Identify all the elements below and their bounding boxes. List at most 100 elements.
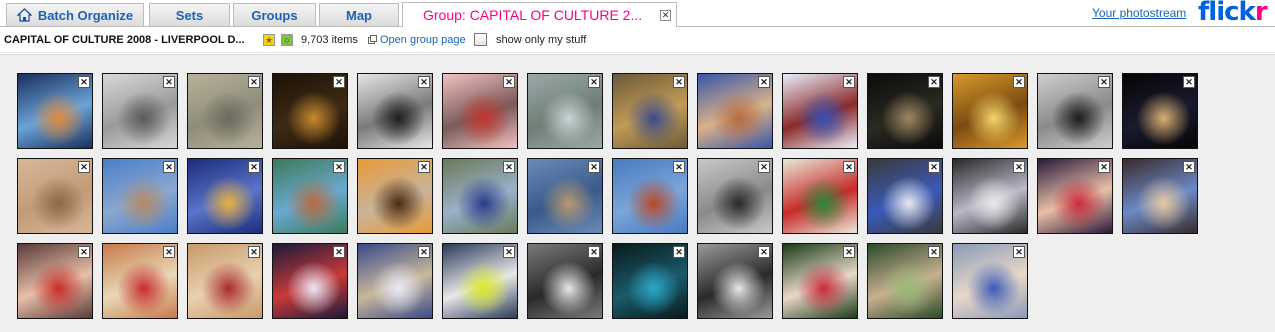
photo-thumbnail[interactable]: ✕ <box>782 158 858 234</box>
remove-photo-icon[interactable]: ✕ <box>588 76 600 88</box>
remove-photo-icon[interactable]: ✕ <box>673 161 685 173</box>
photo-thumbnail[interactable]: ✕ <box>102 243 178 319</box>
tab-label: Map <box>346 7 372 23</box>
remove-photo-icon[interactable]: ✕ <box>588 246 600 258</box>
remove-photo-icon[interactable]: ✕ <box>758 246 770 258</box>
star-icon[interactable]: ★ <box>263 34 275 46</box>
photo-thumbnail[interactable]: ✕ <box>527 73 603 149</box>
photo-thumbnail[interactable]: ✕ <box>782 243 858 319</box>
photo-thumbnail[interactable]: ✕ <box>442 243 518 319</box>
remove-photo-icon[interactable]: ✕ <box>843 76 855 88</box>
remove-photo-icon[interactable]: ✕ <box>843 246 855 258</box>
photo-thumbnail[interactable]: ✕ <box>357 158 433 234</box>
circle-icon[interactable]: ○ <box>281 34 293 46</box>
photo-thumbnail[interactable]: ✕ <box>612 243 688 319</box>
photo-thumbnail[interactable]: ✕ <box>1122 73 1198 149</box>
photo-thumbnail[interactable]: ✕ <box>17 243 93 319</box>
photo-thumbnail[interactable]: ✕ <box>17 158 93 234</box>
photo-thumbnail[interactable]: ✕ <box>442 158 518 234</box>
flickr-logo[interactable]: flickr <box>1198 0 1268 27</box>
remove-photo-icon[interactable]: ✕ <box>673 246 685 258</box>
remove-photo-icon[interactable]: ✕ <box>418 76 430 88</box>
remove-photo-icon[interactable]: ✕ <box>503 246 515 258</box>
photo-thumbnail[interactable]: ✕ <box>782 73 858 149</box>
open-group-page-link[interactable]: Open group page <box>368 34 466 46</box>
photo-thumbnail[interactable]: ✕ <box>612 158 688 234</box>
photo-thumbnail[interactable]: ✕ <box>952 73 1028 149</box>
remove-photo-icon[interactable]: ✕ <box>928 76 940 88</box>
tab-group-capital-of-culture[interactable]: Group: CAPITAL OF CULTURE 2... ✕ <box>402 2 677 27</box>
tab-map[interactable]: Map <box>319 3 399 26</box>
photo-thumbnail[interactable]: ✕ <box>102 158 178 234</box>
photo-thumbnail[interactable]: ✕ <box>17 73 93 149</box>
remove-photo-icon[interactable]: ✕ <box>333 246 345 258</box>
your-photostream-link[interactable]: Your photostream <box>1092 6 1186 20</box>
remove-photo-icon[interactable]: ✕ <box>78 76 90 88</box>
photo-thumbnail[interactable]: ✕ <box>867 243 943 319</box>
tab-groups[interactable]: Groups <box>233 3 316 26</box>
remove-photo-icon[interactable]: ✕ <box>78 246 90 258</box>
remove-photo-icon[interactable]: ✕ <box>248 76 260 88</box>
photo-thumbnail[interactable]: ✕ <box>272 158 348 234</box>
photo-thumbnail[interactable]: ✕ <box>187 243 263 319</box>
show-only-my-stuff-checkbox[interactable] <box>474 33 487 46</box>
remove-photo-icon[interactable]: ✕ <box>758 76 770 88</box>
remove-photo-icon[interactable]: ✕ <box>248 161 260 173</box>
remove-photo-icon[interactable]: ✕ <box>588 161 600 173</box>
photo-thumbnail[interactable]: ✕ <box>442 73 518 149</box>
photo-thumbnail[interactable]: ✕ <box>527 158 603 234</box>
remove-photo-icon[interactable]: ✕ <box>1183 76 1195 88</box>
remove-photo-icon[interactable]: ✕ <box>163 246 175 258</box>
remove-photo-icon[interactable]: ✕ <box>843 161 855 173</box>
remove-photo-icon[interactable]: ✕ <box>1013 161 1025 173</box>
photo-thumbnail[interactable]: ✕ <box>697 243 773 319</box>
tab-batch-organize[interactable]: Batch Organize <box>6 3 144 26</box>
remove-photo-icon[interactable]: ✕ <box>673 76 685 88</box>
remove-photo-icon[interactable]: ✕ <box>418 246 430 258</box>
photo-thumbnail[interactable]: ✕ <box>1037 158 1113 234</box>
remove-photo-icon[interactable]: ✕ <box>78 161 90 173</box>
remove-photo-icon[interactable]: ✕ <box>928 246 940 258</box>
photo-thumbnail[interactable]: ✕ <box>1037 73 1113 149</box>
remove-photo-icon[interactable]: ✕ <box>248 246 260 258</box>
close-icon[interactable]: ✕ <box>660 10 671 21</box>
photo-thumbnail[interactable]: ✕ <box>357 243 433 319</box>
photo-thumbnail[interactable]: ✕ <box>102 73 178 149</box>
photo-thumbnail[interactable]: ✕ <box>867 73 943 149</box>
photo-thumbnail[interactable]: ✕ <box>272 243 348 319</box>
tab-sets[interactable]: Sets <box>149 3 230 26</box>
photo-thumbnail[interactable]: ✕ <box>527 243 603 319</box>
show-only-my-stuff-label: show only my stuff <box>496 34 587 46</box>
group-title: CAPITAL OF CULTURE 2008 - LIVERPOOL D... <box>4 34 245 46</box>
remove-photo-icon[interactable]: ✕ <box>333 161 345 173</box>
remove-photo-icon[interactable]: ✕ <box>163 161 175 173</box>
remove-photo-icon[interactable]: ✕ <box>503 161 515 173</box>
photo-thumbnail[interactable]: ✕ <box>952 158 1028 234</box>
remove-photo-icon[interactable]: ✕ <box>1013 76 1025 88</box>
photo-thumbnail[interactable]: ✕ <box>187 73 263 149</box>
remove-photo-icon[interactable]: ✕ <box>1183 161 1195 173</box>
remove-photo-icon[interactable]: ✕ <box>418 161 430 173</box>
logo-accent: r <box>1254 0 1268 27</box>
photo-thumbnail[interactable]: ✕ <box>697 158 773 234</box>
remove-photo-icon[interactable]: ✕ <box>503 76 515 88</box>
remove-photo-icon[interactable]: ✕ <box>758 161 770 173</box>
photo-thumbnail[interactable]: ✕ <box>357 73 433 149</box>
remove-photo-icon[interactable]: ✕ <box>163 76 175 88</box>
remove-photo-icon[interactable]: ✕ <box>333 76 345 88</box>
photo-thumbnail[interactable]: ✕ <box>612 73 688 149</box>
tab-label: Group: CAPITAL OF CULTURE 2... <box>423 7 643 23</box>
photo-thumbnail[interactable]: ✕ <box>952 243 1028 319</box>
item-count: 9,703 items <box>301 34 358 46</box>
photo-thumbnail[interactable]: ✕ <box>697 73 773 149</box>
logo-main: flick <box>1198 0 1256 27</box>
remove-photo-icon[interactable]: ✕ <box>928 161 940 173</box>
remove-photo-icon[interactable]: ✕ <box>1098 76 1110 88</box>
remove-photo-icon[interactable]: ✕ <box>1098 161 1110 173</box>
remove-photo-icon[interactable]: ✕ <box>1013 246 1025 258</box>
open-group-page-label: Open group page <box>380 34 466 46</box>
photo-thumbnail[interactable]: ✕ <box>187 158 263 234</box>
photo-thumbnail[interactable]: ✕ <box>1122 158 1198 234</box>
photo-thumbnail[interactable]: ✕ <box>867 158 943 234</box>
photo-thumbnail[interactable]: ✕ <box>272 73 348 149</box>
